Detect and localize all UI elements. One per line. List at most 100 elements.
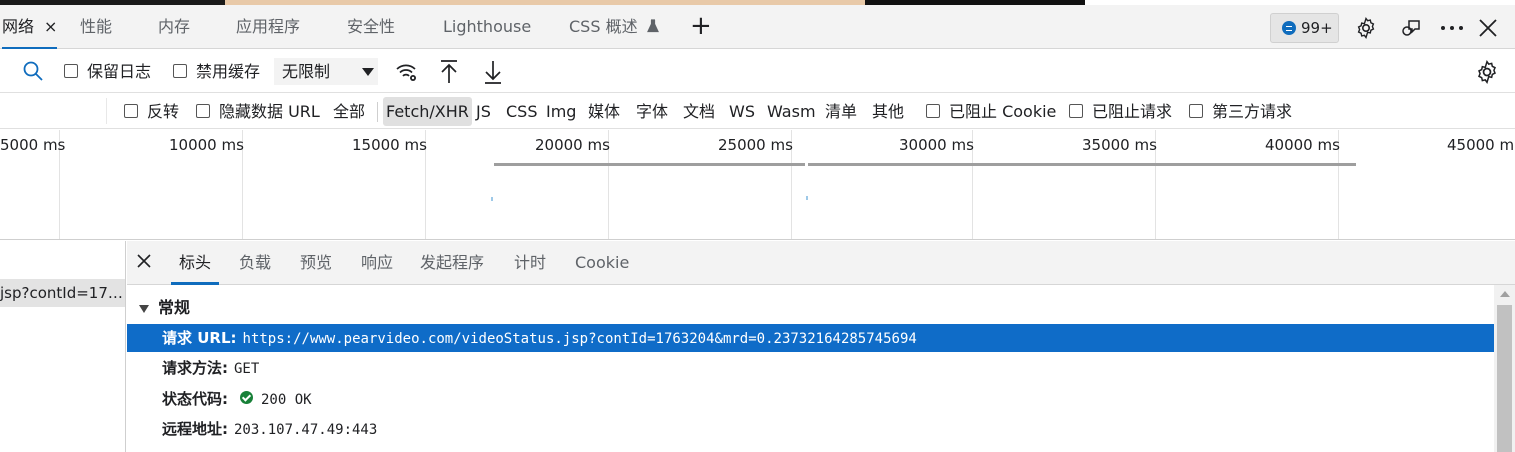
general-section-header[interactable]: 常规 bbox=[139, 294, 190, 318]
filter-type-font[interactable]: 字体 bbox=[633, 97, 671, 126]
filter-type-fetch-xhr[interactable]: Fetch/XHR bbox=[383, 97, 472, 126]
header-key: 远程地址: bbox=[162, 420, 228, 438]
tab-security[interactable]: 安全性 bbox=[347, 5, 395, 48]
timeline-tick-label: 15000 ms bbox=[352, 136, 427, 154]
tab-label: CSS 概述 bbox=[569, 17, 638, 36]
throttling-value: 无限制 bbox=[282, 62, 331, 81]
tab-timing[interactable]: 计时 bbox=[514, 241, 546, 284]
tab-label: 预览 bbox=[300, 253, 333, 272]
scroll-up-arrow-icon[interactable] bbox=[1500, 291, 1510, 297]
tab-network[interactable]: 网络 × bbox=[2, 5, 58, 49]
settings-gear-icon[interactable] bbox=[1353, 15, 1379, 41]
network-settings-gear-icon[interactable] bbox=[1474, 59, 1500, 85]
third-party-checkbox[interactable]: 第三方请求 bbox=[1189, 94, 1292, 129]
add-tab-button[interactable]: + bbox=[690, 5, 712, 48]
search-icon[interactable] bbox=[22, 60, 44, 84]
filter-type-manifest[interactable]: 清单 bbox=[822, 97, 860, 126]
disable-cache-checkbox[interactable]: 禁用缓存 bbox=[173, 50, 260, 93]
tab-cookies[interactable]: Cookie bbox=[575, 241, 629, 284]
hide-data-urls-checkbox[interactable]: 隐藏数据 URL bbox=[196, 94, 320, 129]
filter-type-js[interactable]: JS bbox=[473, 97, 494, 126]
dropdown-caret-icon bbox=[362, 68, 374, 76]
export-har-icon[interactable] bbox=[481, 59, 505, 85]
tab-label: 计时 bbox=[514, 253, 547, 272]
close-devtools-icon[interactable] bbox=[1475, 15, 1501, 41]
import-har-icon[interactable] bbox=[437, 59, 461, 85]
filter-type-label: 文档 bbox=[683, 102, 716, 121]
tab-label: 发起程序 bbox=[420, 253, 485, 272]
tab-memory[interactable]: 内存 bbox=[158, 5, 190, 48]
tab-preview[interactable]: 预览 bbox=[300, 241, 332, 284]
timeline-tick-label: 45000 m bbox=[1447, 136, 1515, 154]
more-options-icon[interactable] bbox=[1439, 15, 1465, 41]
network-toolbar: 保留日志 禁用缓存 无限制 bbox=[0, 50, 1515, 93]
detail-tabbar: 标头 负载 预览 响应 发起程序 计时 Cookie bbox=[127, 241, 1515, 285]
tab-application[interactable]: 应用程序 bbox=[236, 5, 300, 48]
section-title: 常规 bbox=[158, 298, 191, 317]
flask-icon bbox=[646, 6, 659, 49]
filter-type-other[interactable]: 其他 bbox=[869, 97, 907, 126]
header-row-request-url[interactable]: 请求 URL: https://www.pearvideo.com/videoSt… bbox=[127, 324, 1494, 352]
tab-label: 内存 bbox=[158, 17, 191, 36]
checkbox-box bbox=[173, 63, 187, 78]
header-value: GET bbox=[234, 361, 260, 377]
blocked-cookies-label: 已阻止 Cookie bbox=[949, 102, 1057, 121]
scrollbar-thumb[interactable] bbox=[1497, 305, 1512, 452]
filter-input[interactable] bbox=[0, 98, 107, 124]
timeline-tick-label: 10000 ms bbox=[169, 136, 244, 154]
header-row-remote-address[interactable]: 远程地址: 203.107.47.49:443 bbox=[127, 415, 1494, 443]
throttling-select[interactable]: 无限制 bbox=[274, 58, 378, 85]
filter-type-label: CSS bbox=[506, 102, 538, 121]
request-list: jsp?contId=17… bbox=[0, 241, 126, 452]
header-key: 状态代码: bbox=[162, 390, 228, 408]
filter-type-label: 媒体 bbox=[588, 102, 621, 121]
tab-response[interactable]: 响应 bbox=[361, 241, 393, 284]
request-name: jsp?contId=17… bbox=[0, 284, 123, 302]
filter-bar: 反转 隐藏数据 URL 全部 Fetch/XHR JS CSS Img 媒体 字… bbox=[0, 94, 1515, 129]
filter-type-css[interactable]: CSS bbox=[503, 97, 540, 126]
tab-headers[interactable]: 标头 bbox=[170, 241, 220, 285]
request-row[interactable]: jsp?contId=17… bbox=[0, 279, 125, 307]
filter-type-media[interactable]: 媒体 bbox=[585, 97, 623, 126]
filter-type-wasm[interactable]: Wasm bbox=[764, 97, 819, 126]
checkbox-box bbox=[64, 63, 78, 78]
invert-checkbox[interactable]: 反转 bbox=[124, 94, 179, 129]
network-conditions-icon[interactable] bbox=[394, 60, 420, 84]
checkbox-box bbox=[124, 103, 138, 118]
preserve-log-checkbox[interactable]: 保留日志 bbox=[64, 50, 151, 93]
preserve-log-label: 保留日志 bbox=[87, 62, 152, 81]
tab-performance[interactable]: 性能 bbox=[80, 5, 112, 48]
separator bbox=[377, 102, 378, 122]
feedback-icon[interactable] bbox=[1398, 15, 1424, 41]
close-tab-icon[interactable]: × bbox=[44, 5, 57, 48]
tab-label: 标头 bbox=[179, 253, 212, 272]
tab-payload[interactable]: 负载 bbox=[239, 241, 271, 284]
timeline-tick-label: 25000 ms bbox=[718, 136, 793, 154]
third-party-label: 第三方请求 bbox=[1212, 102, 1293, 121]
filter-type-label: 清单 bbox=[825, 102, 858, 121]
expand-triangle-icon bbox=[139, 304, 149, 313]
issues-badge-button[interactable]: 99+ bbox=[1270, 13, 1339, 43]
details-scrollbar[interactable] bbox=[1494, 285, 1515, 452]
filter-type-img[interactable]: Img bbox=[543, 97, 579, 126]
header-row-status-code[interactable]: 状态代码: 200 OK bbox=[127, 385, 1494, 413]
close-details-icon[interactable] bbox=[137, 241, 151, 284]
tab-label: 性能 bbox=[80, 17, 113, 36]
filter-type-doc[interactable]: 文档 bbox=[680, 97, 718, 126]
header-row-request-method[interactable]: 请求方法: GET bbox=[127, 354, 1494, 382]
network-overview-timeline[interactable]: 5000 ms 10000 ms 15000 ms 20000 ms 25000… bbox=[0, 130, 1515, 240]
blocked-cookies-checkbox[interactable]: 已阻止 Cookie bbox=[926, 94, 1056, 129]
filter-type-label: 字体 bbox=[636, 102, 669, 121]
blocked-requests-checkbox[interactable]: 已阻止请求 bbox=[1069, 94, 1172, 129]
tab-label: 网络 bbox=[2, 17, 35, 36]
blocked-requests-label: 已阻止请求 bbox=[1092, 102, 1173, 121]
request-bar bbox=[494, 163, 805, 166]
filter-type-ws[interactable]: WS bbox=[726, 97, 758, 126]
tab-css-overview[interactable]: CSS 概述 bbox=[569, 5, 659, 48]
tab-label: Lighthouse bbox=[443, 17, 532, 36]
tab-lighthouse[interactable]: Lighthouse bbox=[443, 5, 531, 48]
check-circle-icon bbox=[240, 391, 253, 404]
add-tab-label: + bbox=[690, 11, 712, 41]
tab-initiator[interactable]: 发起程序 bbox=[420, 241, 484, 284]
filter-type-all[interactable]: 全部 bbox=[330, 97, 368, 126]
